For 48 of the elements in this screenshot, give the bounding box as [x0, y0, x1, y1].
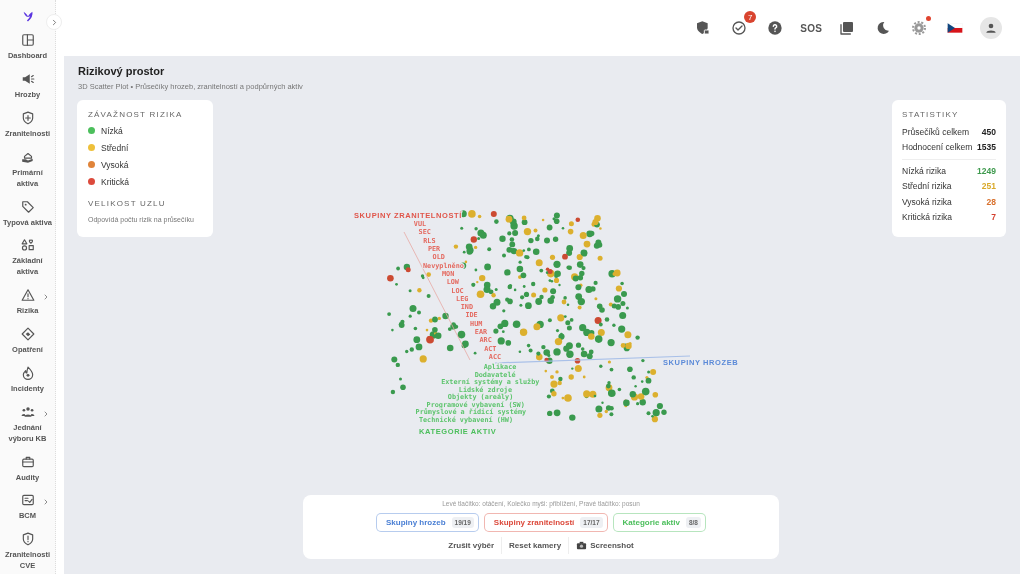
section-heading: STATISTIKY: [902, 110, 960, 119]
stat-value: 251: [981, 181, 996, 192]
chevron-icon: [42, 409, 50, 418]
chevron-icon: [42, 293, 50, 302]
shield-icon: [695, 20, 712, 36]
legend-label: Kritická: [101, 176, 129, 187]
stat-label: Kritická rizika: [902, 212, 953, 223]
stat-value: 28: [986, 196, 996, 207]
notification-badge: 7: [744, 11, 757, 23]
legend-label: Střední: [101, 142, 129, 153]
flame-icon: [20, 365, 35, 380]
stat-label: Vysoká rizika: [902, 196, 952, 207]
megaphone-icon: [20, 72, 35, 86]
chevron-icon: [42, 498, 50, 507]
stat-value: 1249: [977, 165, 996, 176]
stat-value: 7: [991, 212, 996, 223]
shapes-icon: [20, 238, 35, 253]
legend-label: Nízká: [101, 125, 123, 136]
legend-label: Vysoká: [101, 159, 129, 170]
avatar-icon: [984, 21, 998, 35]
action-button[interactable]: Reset kamery: [502, 537, 570, 554]
check-circle-icon: [731, 20, 748, 36]
briefcase-icon: [20, 454, 35, 469]
stat-label: Nízká rizika: [902, 165, 946, 176]
stat-value: 1535: [977, 142, 996, 153]
help-icon: [767, 20, 784, 36]
avatar-button[interactable]: [980, 17, 1002, 39]
sos-button[interactable]: SOS: [800, 17, 822, 39]
people-icon: [20, 404, 35, 419]
screenshot-button[interactable]: Screenshot: [569, 537, 641, 554]
warning-icon: [20, 288, 35, 303]
stat-value: 450: [981, 126, 996, 137]
moon-icon: [875, 20, 891, 36]
stat-label: Průsečíků celkem: [902, 126, 970, 137]
shield-icon: [20, 532, 35, 547]
settings-icon: [911, 20, 927, 36]
page-title: Rizikový prostor: [78, 65, 166, 77]
shield-icon: [20, 110, 35, 125]
checklist-icon: [20, 493, 35, 508]
stat-label: Střední rizika: [902, 181, 952, 192]
stat-label: Hodnocení celkem: [902, 142, 973, 153]
action-button[interactable]: Zrušit výběr: [441, 537, 503, 554]
camera-icon: [576, 540, 588, 551]
dashboard-icon: [20, 33, 35, 48]
flag-icon: [947, 20, 963, 36]
tag-icon: [20, 199, 35, 214]
section-heading: ZÁVAŽNOST RIZIKA: [88, 110, 184, 119]
section-heading: VELIKOST UZLU: [88, 199, 167, 208]
